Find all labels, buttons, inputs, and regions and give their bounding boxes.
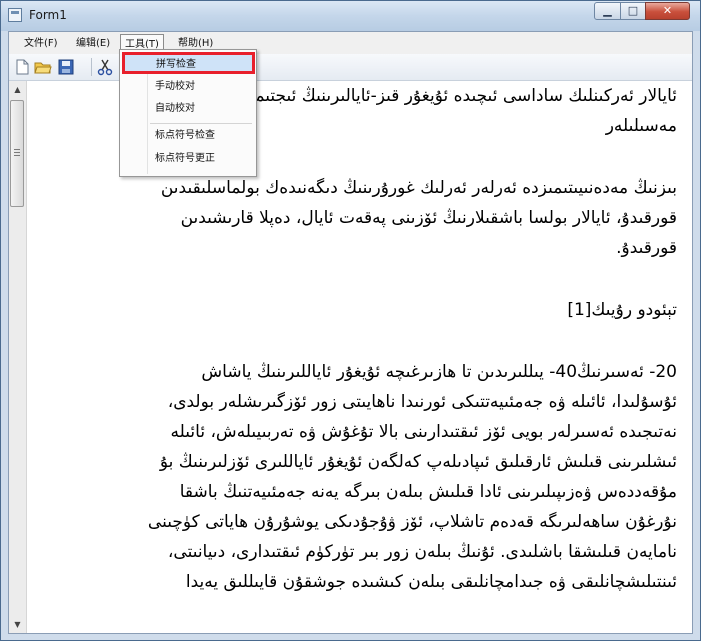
text-line: قورقىدۇ، ئايالار بولسا باشقىلارنىڭ ئۆزىن… <box>180 208 677 228</box>
open-folder-icon <box>34 62 52 74</box>
floppy-disk-icon <box>58 59 74 75</box>
scroll-up-arrow-icon[interactable]: ▲ <box>9 81 26 98</box>
menu-punctuation-correct[interactable]: 标点符号更正 <box>122 149 254 169</box>
text-line: ئىنتىلىشچانلىقى ۋە جىدامچانلىقى بىلەن كى… <box>185 572 677 592</box>
text-line: 20- ئەسىرنىڭ40- يىللىرىدىن تا ھازىرغىچە … <box>201 362 677 382</box>
menu-bar: 文件(F) 编辑(E) 工具(T) 帮助(H) <box>9 32 692 54</box>
maximize-button[interactable]: □ <box>620 2 646 20</box>
text-line: تېئودو رۇيىك[1] <box>567 300 677 320</box>
save-button[interactable] <box>57 58 75 76</box>
menu-manual-proofread[interactable]: 手动校对 <box>122 77 254 97</box>
text-line: ئۇسۇلىدا، ئائىلە ۋە جەمئىيەتتىكى ئورنىدا… <box>167 392 677 412</box>
title-bar[interactable]: Form1 ▁ □ ✕ <box>1 1 700 31</box>
text-editor[interactable]: ئايالار ئەركىنلىك ساداسى ئىچىدە ئۇيغۇر ق… <box>9 81 692 633</box>
text-line: مۇقەددەس ۋەزىپىلىرىنى ئادا قىلىش بىلەن ب… <box>179 482 677 502</box>
new-file-button[interactable] <box>13 58 31 76</box>
menu-separator <box>150 123 252 124</box>
highlight-frame <box>122 52 255 74</box>
scrollbar-thumb[interactable] <box>10 100 24 207</box>
vertical-scrollbar[interactable]: ▲ ▼ <box>9 81 27 633</box>
close-button[interactable]: ✕ <box>645 2 690 20</box>
open-file-button[interactable] <box>34 58 52 76</box>
menu-auto-proofread[interactable]: 自动校对 <box>122 99 254 119</box>
menu-file[interactable]: 文件(F) <box>20 35 62 52</box>
text-line: نۇرغۇن ساھەلىرىگە قەدەم تاشلاپ، ئۆز ۋۇجۇ… <box>147 512 677 532</box>
toolbar <box>9 54 692 81</box>
text-line: بىزنىڭ مەدەنىيىتىمىزدە ئەرلەر ئەرلىك غور… <box>160 178 677 198</box>
menu-punctuation-check[interactable]: 标点符号检查 <box>122 126 254 146</box>
window-title: Form1 <box>29 8 67 22</box>
form-client-area: 文件(F) 编辑(E) 工具(T) 帮助(H) ئايالار ئەركىنلى… <box>8 31 693 634</box>
minimize-button[interactable]: ▁ <box>594 2 621 20</box>
text-line: ئىشلىرىنى قىلىش ئارقىلىق ئىپادىلەپ كەلگە… <box>159 452 677 472</box>
toolbar-separator <box>91 58 92 76</box>
text-line: نەتىجىدە ئەسىرلەر بويى ئۆز ئىقتىدارىنى ب… <box>170 422 677 442</box>
new-document-icon <box>16 59 29 75</box>
menu-edit[interactable]: 编辑(E) <box>72 35 114 52</box>
text-line: نامايەن قىلىشقا باشلىدى. ئۇنىڭ بىلەن زور… <box>167 542 677 562</box>
scissors-icon <box>97 59 113 76</box>
app-icon <box>8 8 22 22</box>
cut-button[interactable] <box>96 58 114 76</box>
scroll-down-arrow-icon[interactable]: ▼ <box>9 616 26 633</box>
app-window: Form1 ▁ □ ✕ 文件(F) 编辑(E) 工具(T) 帮助(H) ئايا… <box>0 0 701 641</box>
text-line: قورقىدۇ. <box>616 238 677 258</box>
